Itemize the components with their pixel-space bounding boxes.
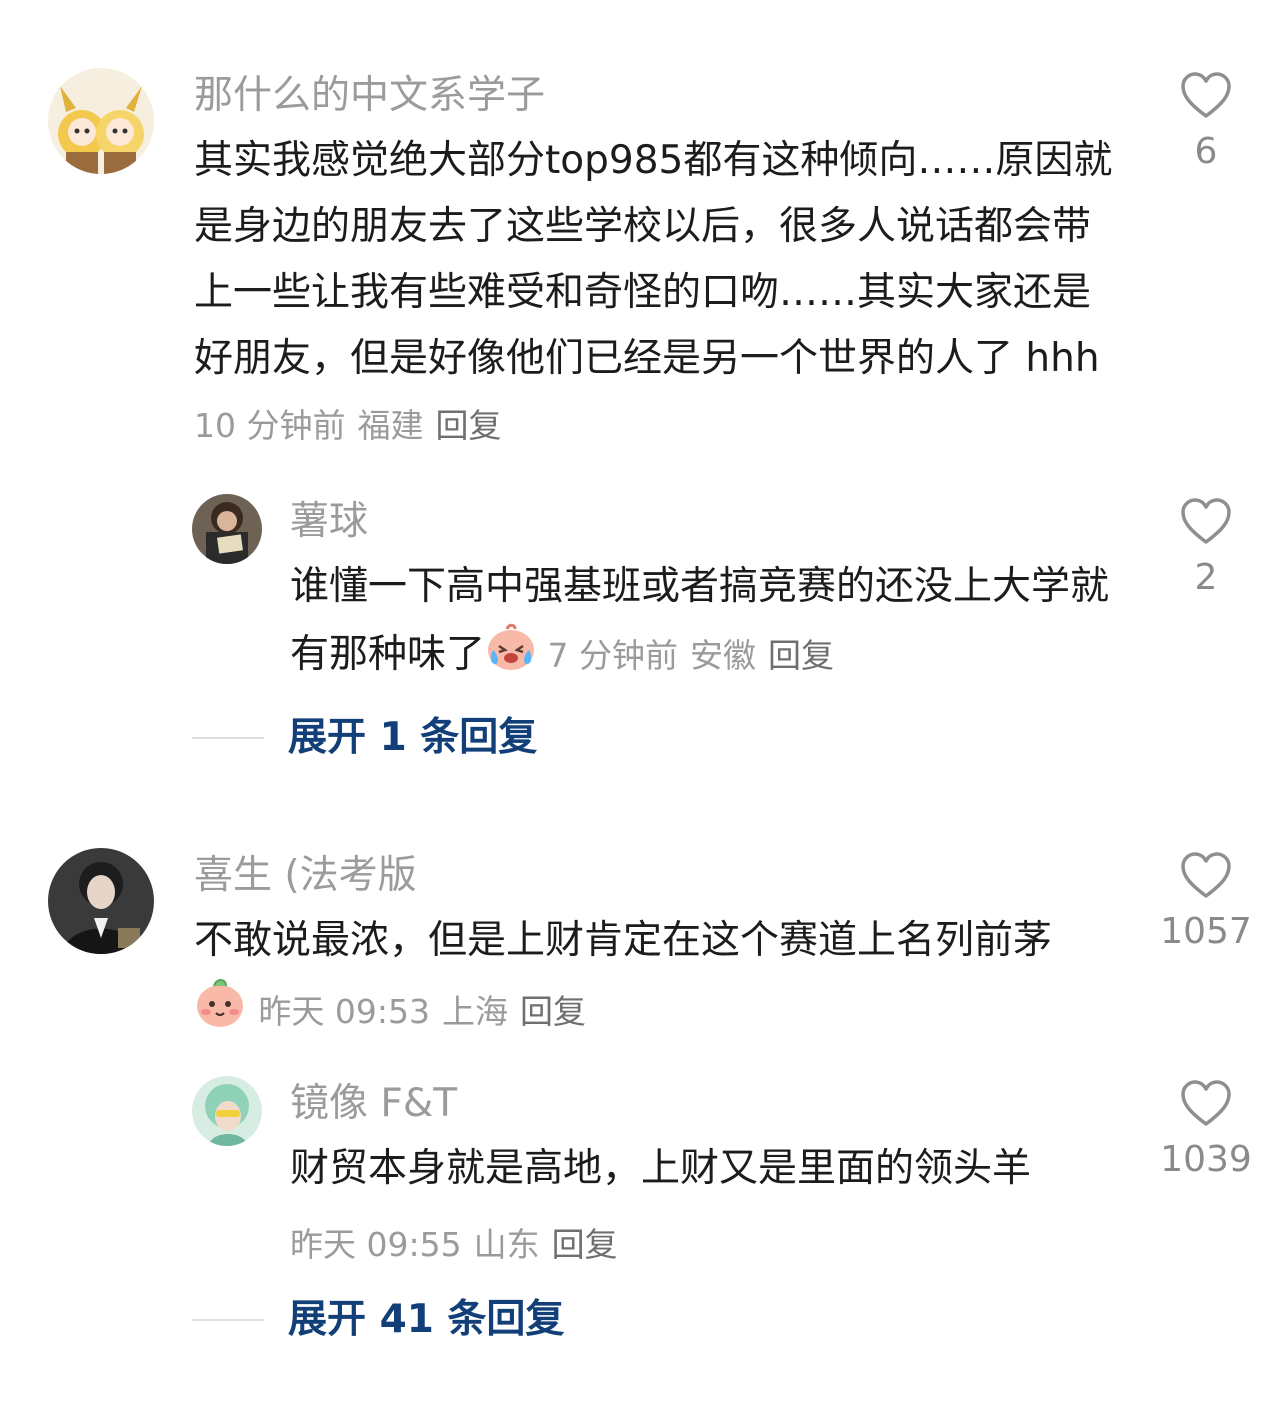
comment-meta-row: 昨天 09:53 上海 回复 [194, 974, 1129, 1051]
expand-replies-button[interactable]: 展开 1 条回复 [192, 714, 537, 762]
comment-text: 不敢说最浓，但是上财肯定在这个赛道上名列前茅 [194, 908, 1129, 974]
like-count: 2 [1194, 557, 1218, 598]
reply-location: 山东 [473, 1225, 540, 1264]
comment-body: 其实我感觉绝大部分top985都有这种倾向……原因就是身边的朋友去了这些学校以后… [194, 138, 1113, 381]
comment-username[interactable]: 那什么的中文系学子 [194, 72, 545, 120]
reply-button[interactable]: 回复 [768, 636, 834, 675]
expand-divider [192, 737, 264, 739]
comment-location: 福建 [357, 406, 424, 445]
like-button[interactable]: 2 [1146, 498, 1266, 600]
expand-replies-label[interactable]: 展开 1 条回复 [288, 714, 537, 762]
expand-divider [192, 1319, 264, 1321]
reply-time: 昨天 09:55 [290, 1225, 462, 1264]
comment-meta: 10 分钟前 福建 回复 [194, 406, 513, 445]
peach-emoji [194, 974, 246, 1051]
comment-location: 上海 [442, 992, 508, 1031]
like-count: 6 [1194, 131, 1218, 172]
reply-button[interactable]: 回复 [520, 992, 586, 1031]
like-count: 1057 [1160, 911, 1252, 952]
expand-replies-button[interactable]: 展开 41 条回复 [192, 1296, 564, 1344]
reply-button[interactable]: 回复 [435, 406, 501, 445]
reply-text: 财贸本身就是高地，上财又是里面的领头羊 [290, 1136, 1130, 1202]
reply-meta: 7 分钟前 安徽 回复 [537, 636, 846, 675]
comment-time: 昨天 09:53 [258, 992, 430, 1031]
heart-icon[interactable] [1180, 852, 1232, 900]
dark-suit-man-avatar-icon [48, 848, 154, 954]
reply-meta: 昨天 09:55 山东 回复 [290, 1218, 630, 1266]
reply-username[interactable]: 镜像 F&T [290, 1080, 457, 1128]
girl-reading-book-avatar-icon [192, 494, 262, 564]
like-count: 1039 [1160, 1139, 1252, 1180]
like-button[interactable]: 6 [1146, 72, 1266, 174]
comment-time: 10 分钟前 [194, 406, 346, 445]
avatar[interactable] [192, 494, 262, 564]
like-button[interactable]: 1057 [1146, 852, 1266, 954]
comment-body: 不敢说最浓，但是上财肯定在这个赛道上名列前茅 [194, 918, 1053, 963]
reply-time: 7 分钟前 [547, 636, 679, 675]
reply-text: 谁懂一下高中强基班或者搞竞赛的还没上大学就有那种味了 7 分钟前 安徽 回复 [290, 554, 1130, 693]
avatar[interactable] [192, 1076, 262, 1146]
green-hair-anime-avatar-icon [192, 1076, 262, 1146]
pikachu-couple-avatar-icon [48, 68, 154, 174]
heart-icon[interactable] [1180, 72, 1232, 120]
reply-body: 财贸本身就是高地，上财又是里面的领头羊 [290, 1146, 1032, 1191]
expand-replies-label[interactable]: 展开 41 条回复 [288, 1296, 564, 1344]
avatar[interactable] [48, 68, 154, 174]
reply-location: 安徽 [690, 636, 757, 675]
heart-icon[interactable] [1180, 1080, 1232, 1128]
crying-laughing-peach-emoji [485, 620, 537, 693]
reply-button[interactable]: 回复 [552, 1225, 618, 1264]
reply-username[interactable]: 薯球 [290, 498, 368, 546]
heart-icon[interactable] [1180, 498, 1232, 546]
comment-text: 其实我感觉绝大部分top985都有这种倾向……原因就是身边的朋友去了这些学校以后… [194, 128, 1129, 459]
like-button[interactable]: 1039 [1146, 1080, 1266, 1182]
comment-meta: 昨天 09:53 上海 回复 [258, 992, 598, 1031]
comment-username[interactable]: 喜生 (法考版 [194, 852, 417, 900]
avatar[interactable] [48, 848, 154, 954]
